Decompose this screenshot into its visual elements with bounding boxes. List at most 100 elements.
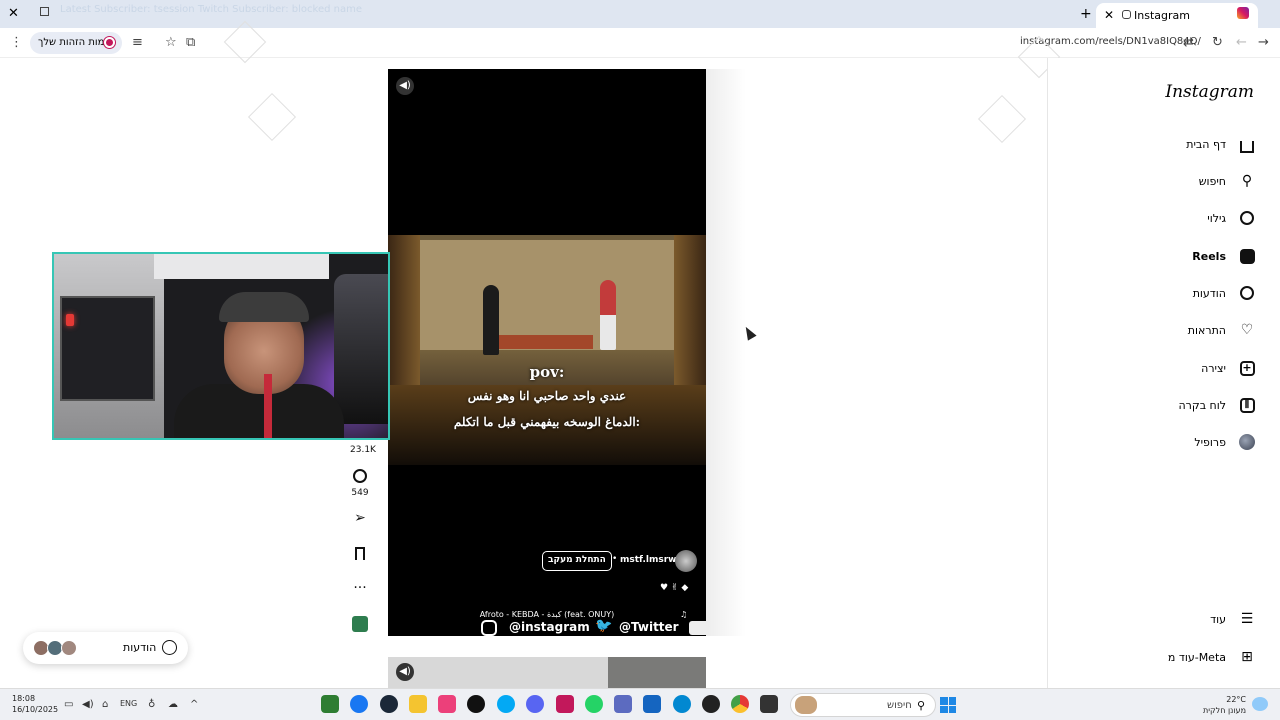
- acrobat-app-icon[interactable]: [556, 695, 574, 713]
- streamer-webcam: [52, 252, 390, 440]
- volume-icon[interactable]: ◀): [82, 699, 94, 710]
- next-reel-preview[interactable]: ◀): [388, 657, 706, 688]
- audio-thumbnail[interactable]: [350, 616, 370, 632]
- back-icon[interactable]: →: [1258, 35, 1269, 50]
- messages-label: הודעות: [123, 641, 157, 654]
- network-icon[interactable]: ⌂: [102, 699, 108, 710]
- sidebar-item-more[interactable]: עוד ☰: [1210, 607, 1256, 631]
- author-username[interactable]: mstf.lmsrw: [620, 555, 676, 565]
- chrome-app-icon[interactable]: [731, 695, 749, 713]
- sidebar-item-meta[interactable]: עוד מ-Meta ⊞: [1168, 645, 1256, 669]
- window-close-icon[interactable]: ✕: [8, 6, 19, 21]
- obs-app-icon[interactable]: [702, 695, 720, 713]
- reload-icon[interactable]: ↻: [1212, 35, 1223, 50]
- tab-title: Instagram: [1134, 9, 1190, 22]
- dashboard-icon: ⫼: [1238, 396, 1256, 414]
- tiktok-app-icon[interactable]: [467, 695, 485, 713]
- overlay-diamond-decoration: [977, 94, 1027, 144]
- next-reel-mute-icon[interactable]: ◀): [396, 663, 414, 681]
- tray-expand-icon[interactable]: ^: [190, 699, 198, 710]
- forward-icon[interactable]: ←: [1236, 35, 1247, 50]
- window-restore-icon[interactable]: [40, 7, 49, 16]
- twitter-handle: @Twitter: [619, 620, 679, 634]
- stream-social-bar: @instagram 🐦 @Twitter: [453, 617, 846, 639]
- edge-app-icon[interactable]: [673, 695, 691, 713]
- steam-app-icon[interactable]: [380, 695, 398, 713]
- audio-thumb-icon: [352, 616, 368, 632]
- reel-caption-line-1: pov:: [529, 363, 565, 381]
- battery-icon[interactable]: ▭: [64, 699, 73, 710]
- site-settings-icon[interactable]: ⇄: [1183, 35, 1194, 50]
- sidebar-item-search[interactable]: חיפוש ⚲: [1199, 169, 1256, 193]
- windows-start-icon[interactable]: [940, 697, 956, 713]
- stream-overlay-faint-text: Latest Subscriber: tsession Twitch Subsc…: [60, 4, 362, 15]
- weather-widget[interactable]: 22°C מעונן חלקית: [1198, 694, 1246, 716]
- tab-instagram[interactable]: ✕ Instagram: [1096, 3, 1258, 28]
- comment-count: 549: [351, 488, 369, 498]
- sidebar-item-home[interactable]: דף הבית: [1186, 132, 1256, 156]
- whatsapp-app-icon[interactable]: [585, 695, 603, 713]
- hamburger-icon: ☰: [1240, 611, 1254, 627]
- more-options-button[interactable]: ···: [350, 580, 370, 596]
- terminal-app-icon[interactable]: [760, 695, 778, 713]
- tab-favicon-icon: [1122, 10, 1131, 19]
- profile-dot-icon: [104, 37, 115, 48]
- reel-video[interactable]: ◀) pov: عندي واحد صاحبي انا وهو نفس الدم…: [388, 69, 706, 636]
- author-avatar[interactable]: [675, 550, 697, 572]
- sidebar-item-profile[interactable]: פרופיל: [1194, 430, 1256, 454]
- new-tab-button[interactable]: +: [1080, 6, 1092, 22]
- tab-close-icon[interactable]: ✕: [1104, 8, 1114, 22]
- comment-icon: [353, 469, 367, 483]
- reels-icon: [1238, 247, 1256, 265]
- reel-stage-scene: [388, 235, 706, 465]
- menu-kebab-icon[interactable]: ⋮: [10, 35, 23, 50]
- taskbar-search[interactable]: חיפוש ⚲: [790, 693, 936, 717]
- meta-grid-icon: ⊞: [1241, 649, 1253, 665]
- sidebar-item-reels[interactable]: Reels: [1192, 244, 1256, 268]
- instagram-extension-icon[interactable]: [1237, 7, 1249, 19]
- share-icon[interactable]: ⧉: [186, 35, 195, 50]
- profile-verify-chip[interactable]: אימות הזהות שלך: [30, 32, 122, 54]
- facebook-app-icon[interactable]: [350, 695, 368, 713]
- sidebar-item-dashboard[interactable]: לוח בקרה ⫼: [1179, 393, 1257, 417]
- reel-caption-line-3: الدماغ الوسخه بيفهمني قبل ما اتكلم:: [453, 415, 641, 429]
- instagram-logo[interactable]: Instagram: [1165, 82, 1254, 102]
- bookmark-star-icon[interactable]: ☆: [165, 35, 177, 50]
- language-indicator[interactable]: ENG: [120, 699, 137, 708]
- messenger-icon: [162, 640, 177, 655]
- tray-clock[interactable]: 18:08 16/10/2025: [12, 693, 58, 715]
- discord-app-icon[interactable]: [526, 695, 544, 713]
- calculator-app-icon[interactable]: [614, 695, 632, 713]
- share-button[interactable]: ➢: [350, 510, 370, 526]
- mute-toggle-icon[interactable]: ◀): [396, 77, 414, 95]
- reel-shadow: [706, 69, 746, 636]
- save-button[interactable]: [350, 547, 370, 560]
- sidebar-item-messages[interactable]: הודעות: [1193, 281, 1256, 305]
- taskbar-app-icon[interactable]: [497, 695, 515, 713]
- file-explorer-icon[interactable]: [409, 695, 427, 713]
- sidebar-item-notifications[interactable]: התראות ♡: [1188, 318, 1256, 342]
- send-icon: ➢: [354, 510, 366, 526]
- explore-icon: [1238, 209, 1256, 227]
- messenger-icon: [1238, 284, 1256, 302]
- sidebar-item-explore[interactable]: גילוי: [1207, 206, 1256, 230]
- comment-button[interactable]: [350, 469, 370, 483]
- reel-emoji-row: ♥ ✌ ◆: [660, 583, 689, 593]
- mic-icon[interactable]: ♁: [148, 699, 155, 710]
- tiktok-studio-icon[interactable]: [438, 695, 456, 713]
- reading-list-icon[interactable]: ≡: [132, 35, 143, 50]
- sidebar-item-create[interactable]: יצירה +: [1201, 356, 1256, 380]
- windows-taskbar: 18:08 16/10/2025 ▭ ◀) ⌂ ENG ♁ ☁ ^ חיפוש …: [0, 688, 1280, 720]
- more-dots-icon: ···: [353, 580, 367, 596]
- instagram-handle: @instagram: [509, 620, 590, 634]
- follow-button[interactable]: התחלת מעקב: [542, 551, 612, 571]
- taskbar-app-icon[interactable]: [643, 695, 661, 713]
- heart-icon: ♡: [1240, 322, 1254, 338]
- taskbar-app-icon[interactable]: [321, 695, 339, 713]
- reel-author-row: התחלת מעקב • mstf.lmsrw: [388, 549, 706, 573]
- youtube-icon: [689, 621, 709, 635]
- messages-floating-button[interactable]: הודעות: [23, 632, 188, 664]
- instagram-icon: [481, 620, 497, 636]
- onedrive-icon[interactable]: ☁: [168, 699, 178, 710]
- home-icon: [1238, 135, 1256, 153]
